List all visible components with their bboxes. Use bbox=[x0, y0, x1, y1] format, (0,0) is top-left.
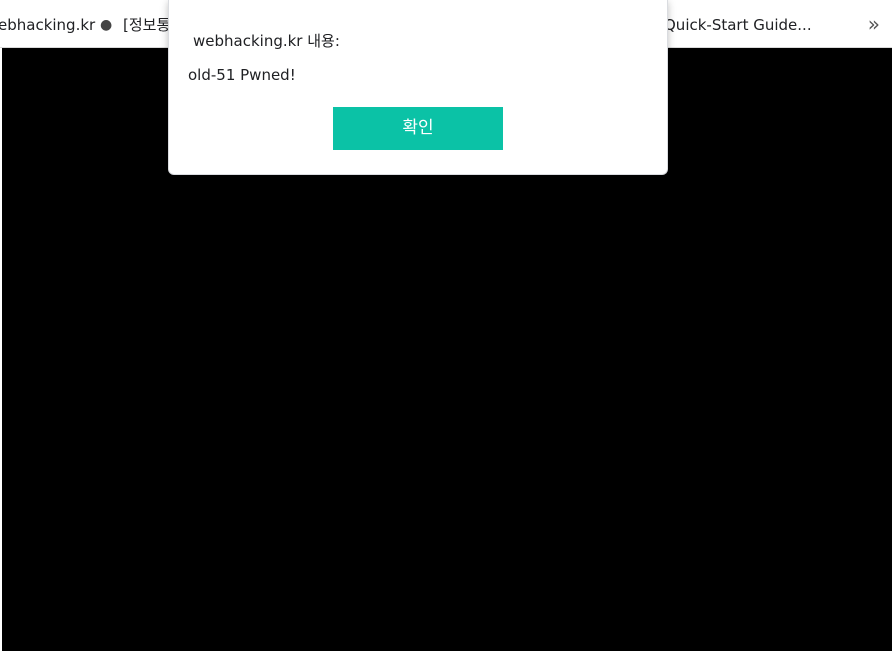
alert-dialog: webhacking.kr 내용: old-51 Pwned! 확인 bbox=[168, 0, 668, 175]
ok-button[interactable]: 확인 bbox=[333, 107, 503, 150]
bookmarks-overflow-chevron-icon[interactable]: » bbox=[868, 12, 880, 36]
bookmark-separator: ● bbox=[100, 17, 113, 33]
dialog-message: old-51 Pwned! bbox=[188, 66, 296, 84]
dialog-title: webhacking.kr 내용: bbox=[193, 32, 340, 50]
bookmark-quick-start-guide[interactable]: Quick-Start Guide... bbox=[664, 15, 812, 35]
bookmark-korean[interactable]: [정보통 bbox=[123, 15, 170, 35]
bookmark-webhacking[interactable]: ebhacking.kr bbox=[0, 15, 95, 35]
